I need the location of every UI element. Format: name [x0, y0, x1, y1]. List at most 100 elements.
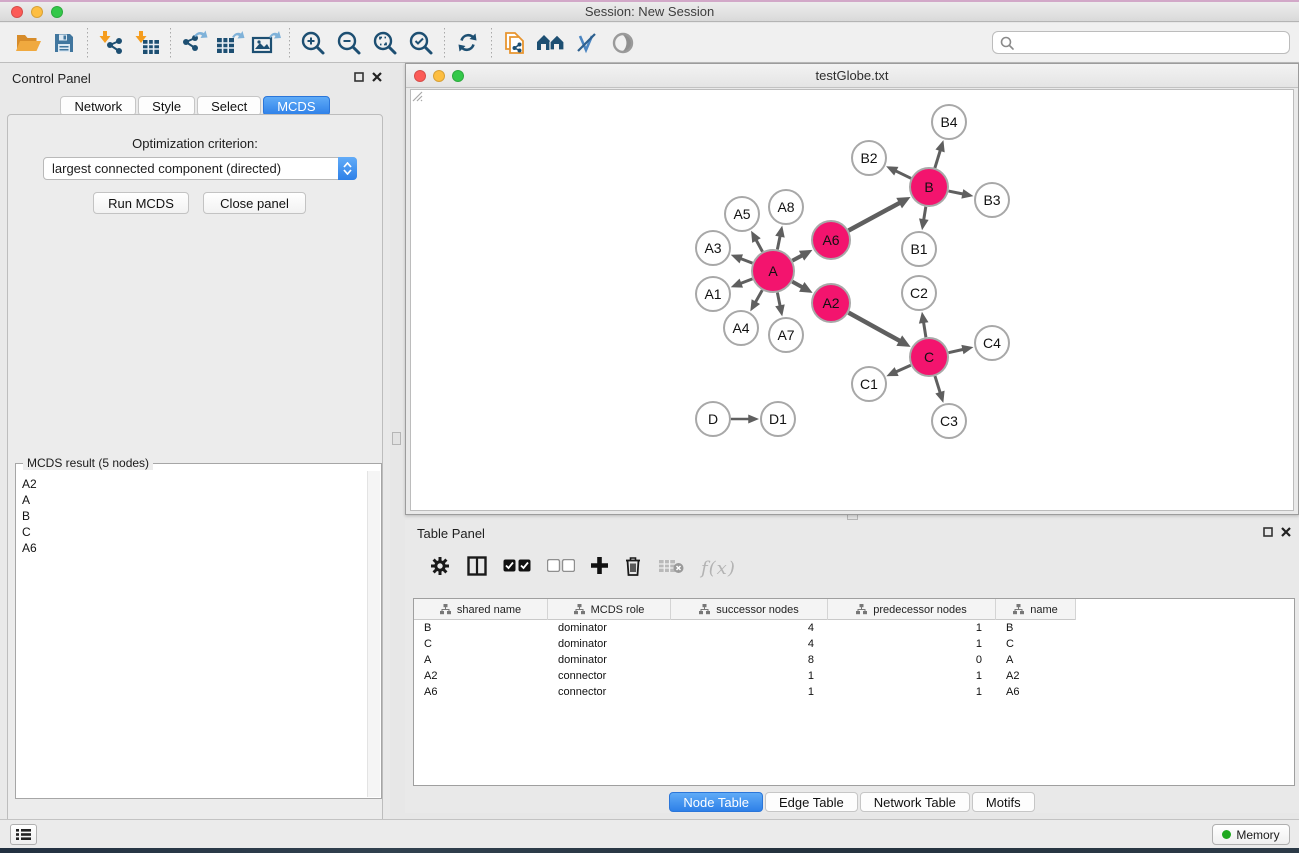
table-cell[interactable]: 4	[671, 620, 828, 636]
table-options-gear-icon[interactable]	[429, 555, 451, 582]
column-header-name[interactable]: name	[996, 599, 1076, 620]
edge-B-B2[interactable]	[894, 170, 911, 178]
tab-select[interactable]: Select	[197, 96, 261, 116]
close-panel-icon[interactable]	[372, 72, 382, 82]
mcds-result-item[interactable]: A	[22, 492, 367, 508]
node-A5[interactable]: A5	[725, 197, 759, 231]
edge-A-A5[interactable]	[756, 239, 763, 252]
node-C4[interactable]: C4	[975, 326, 1009, 360]
export-image-icon[interactable]	[248, 27, 284, 59]
node-C[interactable]: C	[910, 338, 948, 376]
table-cell[interactable]: 8	[671, 652, 828, 668]
edge-C-C2[interactable]	[923, 321, 926, 337]
network-minimize-button[interactable]	[433, 70, 445, 82]
delete-columns-icon[interactable]	[624, 556, 642, 581]
edge-A-A4[interactable]	[755, 290, 762, 303]
edge-A-A3[interactable]	[739, 258, 752, 263]
save-session-icon[interactable]	[46, 27, 82, 59]
show-columns-icon[interactable]	[467, 556, 487, 581]
node-D1[interactable]: D1	[761, 402, 795, 436]
import-network-icon[interactable]	[93, 27, 129, 59]
edge-C-C3[interactable]	[935, 376, 941, 394]
table-cell[interactable]: 1	[828, 636, 996, 652]
refresh-view-icon[interactable]	[450, 27, 486, 59]
edge-A2-C[interactable]	[849, 313, 902, 342]
close-table-panel-icon[interactable]	[1281, 527, 1291, 537]
table-row[interactable]: A2connector11A2	[414, 668, 1294, 684]
table-cell[interactable]: connector	[548, 668, 671, 684]
create-new-column-icon[interactable]	[591, 557, 608, 579]
tab-style[interactable]: Style	[138, 96, 195, 116]
network-close-button[interactable]	[414, 70, 426, 82]
zoom-selected-icon[interactable]	[403, 27, 439, 59]
close-panel-button[interactable]: Close panel	[203, 192, 306, 214]
mcds-result-item[interactable]: C	[22, 524, 367, 540]
unselect-all-columns-icon[interactable]	[547, 559, 575, 577]
search-input[interactable]	[1015, 36, 1289, 50]
tab-network-table[interactable]: Network Table	[860, 792, 970, 812]
table-cell[interactable]: 1	[828, 620, 996, 636]
edge-B-B3[interactable]	[949, 191, 965, 194]
tab-node-table[interactable]: Node Table	[669, 792, 763, 812]
table-cell[interactable]: 0	[828, 652, 996, 668]
node-A1[interactable]: A1	[696, 277, 730, 311]
edge-C-C1[interactable]	[895, 365, 911, 372]
hide-graphics-details-icon[interactable]	[569, 27, 605, 59]
search-box[interactable]	[992, 31, 1290, 54]
mcds-result-list[interactable]: A2ABCA6	[17, 471, 367, 797]
memory-button[interactable]: Memory	[1212, 824, 1290, 845]
network-window-titlebar[interactable]: testGlobe.txt	[406, 64, 1298, 88]
node-B3[interactable]: B3	[975, 183, 1009, 217]
node-A7[interactable]: A7	[769, 318, 803, 352]
float-panel-icon[interactable]	[354, 72, 364, 82]
open-session-icon[interactable]	[10, 27, 46, 59]
function-builder-icon[interactable]: f(x)	[701, 558, 736, 579]
node-D[interactable]: D	[696, 402, 730, 436]
table-cell[interactable]: 1	[671, 668, 828, 684]
table-cell[interactable]: C	[996, 636, 1076, 652]
criterion-dropdown[interactable]: largest connected component (directed)	[43, 157, 357, 180]
tab-mcds[interactable]: MCDS	[263, 96, 329, 116]
node-B4[interactable]: B4	[932, 105, 966, 139]
node-A8[interactable]: A8	[769, 190, 803, 224]
table-row[interactable]: A6connector11A6	[414, 684, 1294, 700]
vertical-splitter-handle[interactable]	[392, 432, 401, 445]
float-table-panel-icon[interactable]	[1263, 527, 1273, 537]
table-cell[interactable]: connector	[548, 684, 671, 700]
mcds-result-item[interactable]: A6	[22, 540, 367, 556]
table-row[interactable]: Adominator80A	[414, 652, 1294, 668]
table-cell[interactable]: dominator	[548, 652, 671, 668]
node-C1[interactable]: C1	[852, 367, 886, 401]
select-all-columns-icon[interactable]	[503, 559, 531, 577]
network-canvas[interactable]: AA6A2BCA5A8A3A1A4A7B2B4B3B1C2C4C1C3DD1	[410, 89, 1294, 511]
node-A3[interactable]: A3	[696, 231, 730, 265]
export-network-icon[interactable]	[176, 27, 212, 59]
table-row[interactable]: Bdominator41B	[414, 620, 1294, 636]
edge-B-B1[interactable]	[924, 207, 926, 221]
node-B2[interactable]: B2	[852, 141, 886, 175]
table-cell[interactable]: A	[996, 652, 1076, 668]
column-header-predecessor-nodes[interactable]: predecessor nodes	[828, 599, 996, 620]
node-A2[interactable]: A2	[812, 284, 850, 322]
show-graphics-details-icon[interactable]	[605, 27, 641, 59]
table-cell[interactable]: B	[414, 620, 548, 636]
network-zoom-button[interactable]	[452, 70, 464, 82]
column-header-MCDS-role[interactable]: MCDS role	[548, 599, 671, 620]
task-history-button[interactable]	[10, 824, 37, 845]
node-B[interactable]: B	[910, 168, 948, 206]
table-cell[interactable]: C	[414, 636, 548, 652]
tab-network[interactable]: Network	[60, 96, 136, 116]
mcds-result-item[interactable]: B	[22, 508, 367, 524]
export-table-icon[interactable]	[212, 27, 248, 59]
table-cell[interactable]: A6	[996, 684, 1076, 700]
table-cell[interactable]: 1	[828, 684, 996, 700]
clone-network-icon[interactable]	[497, 27, 533, 59]
node-A[interactable]: A	[752, 250, 794, 292]
table-cell[interactable]: B	[996, 620, 1076, 636]
tab-edge-table[interactable]: Edge Table	[765, 792, 858, 812]
table-cell[interactable]: 1	[671, 684, 828, 700]
resize-grip-icon[interactable]	[411, 90, 423, 102]
zoom-in-icon[interactable]	[295, 27, 331, 59]
mcds-result-item[interactable]: A2	[22, 476, 367, 492]
edge-C-C4[interactable]	[949, 349, 965, 353]
